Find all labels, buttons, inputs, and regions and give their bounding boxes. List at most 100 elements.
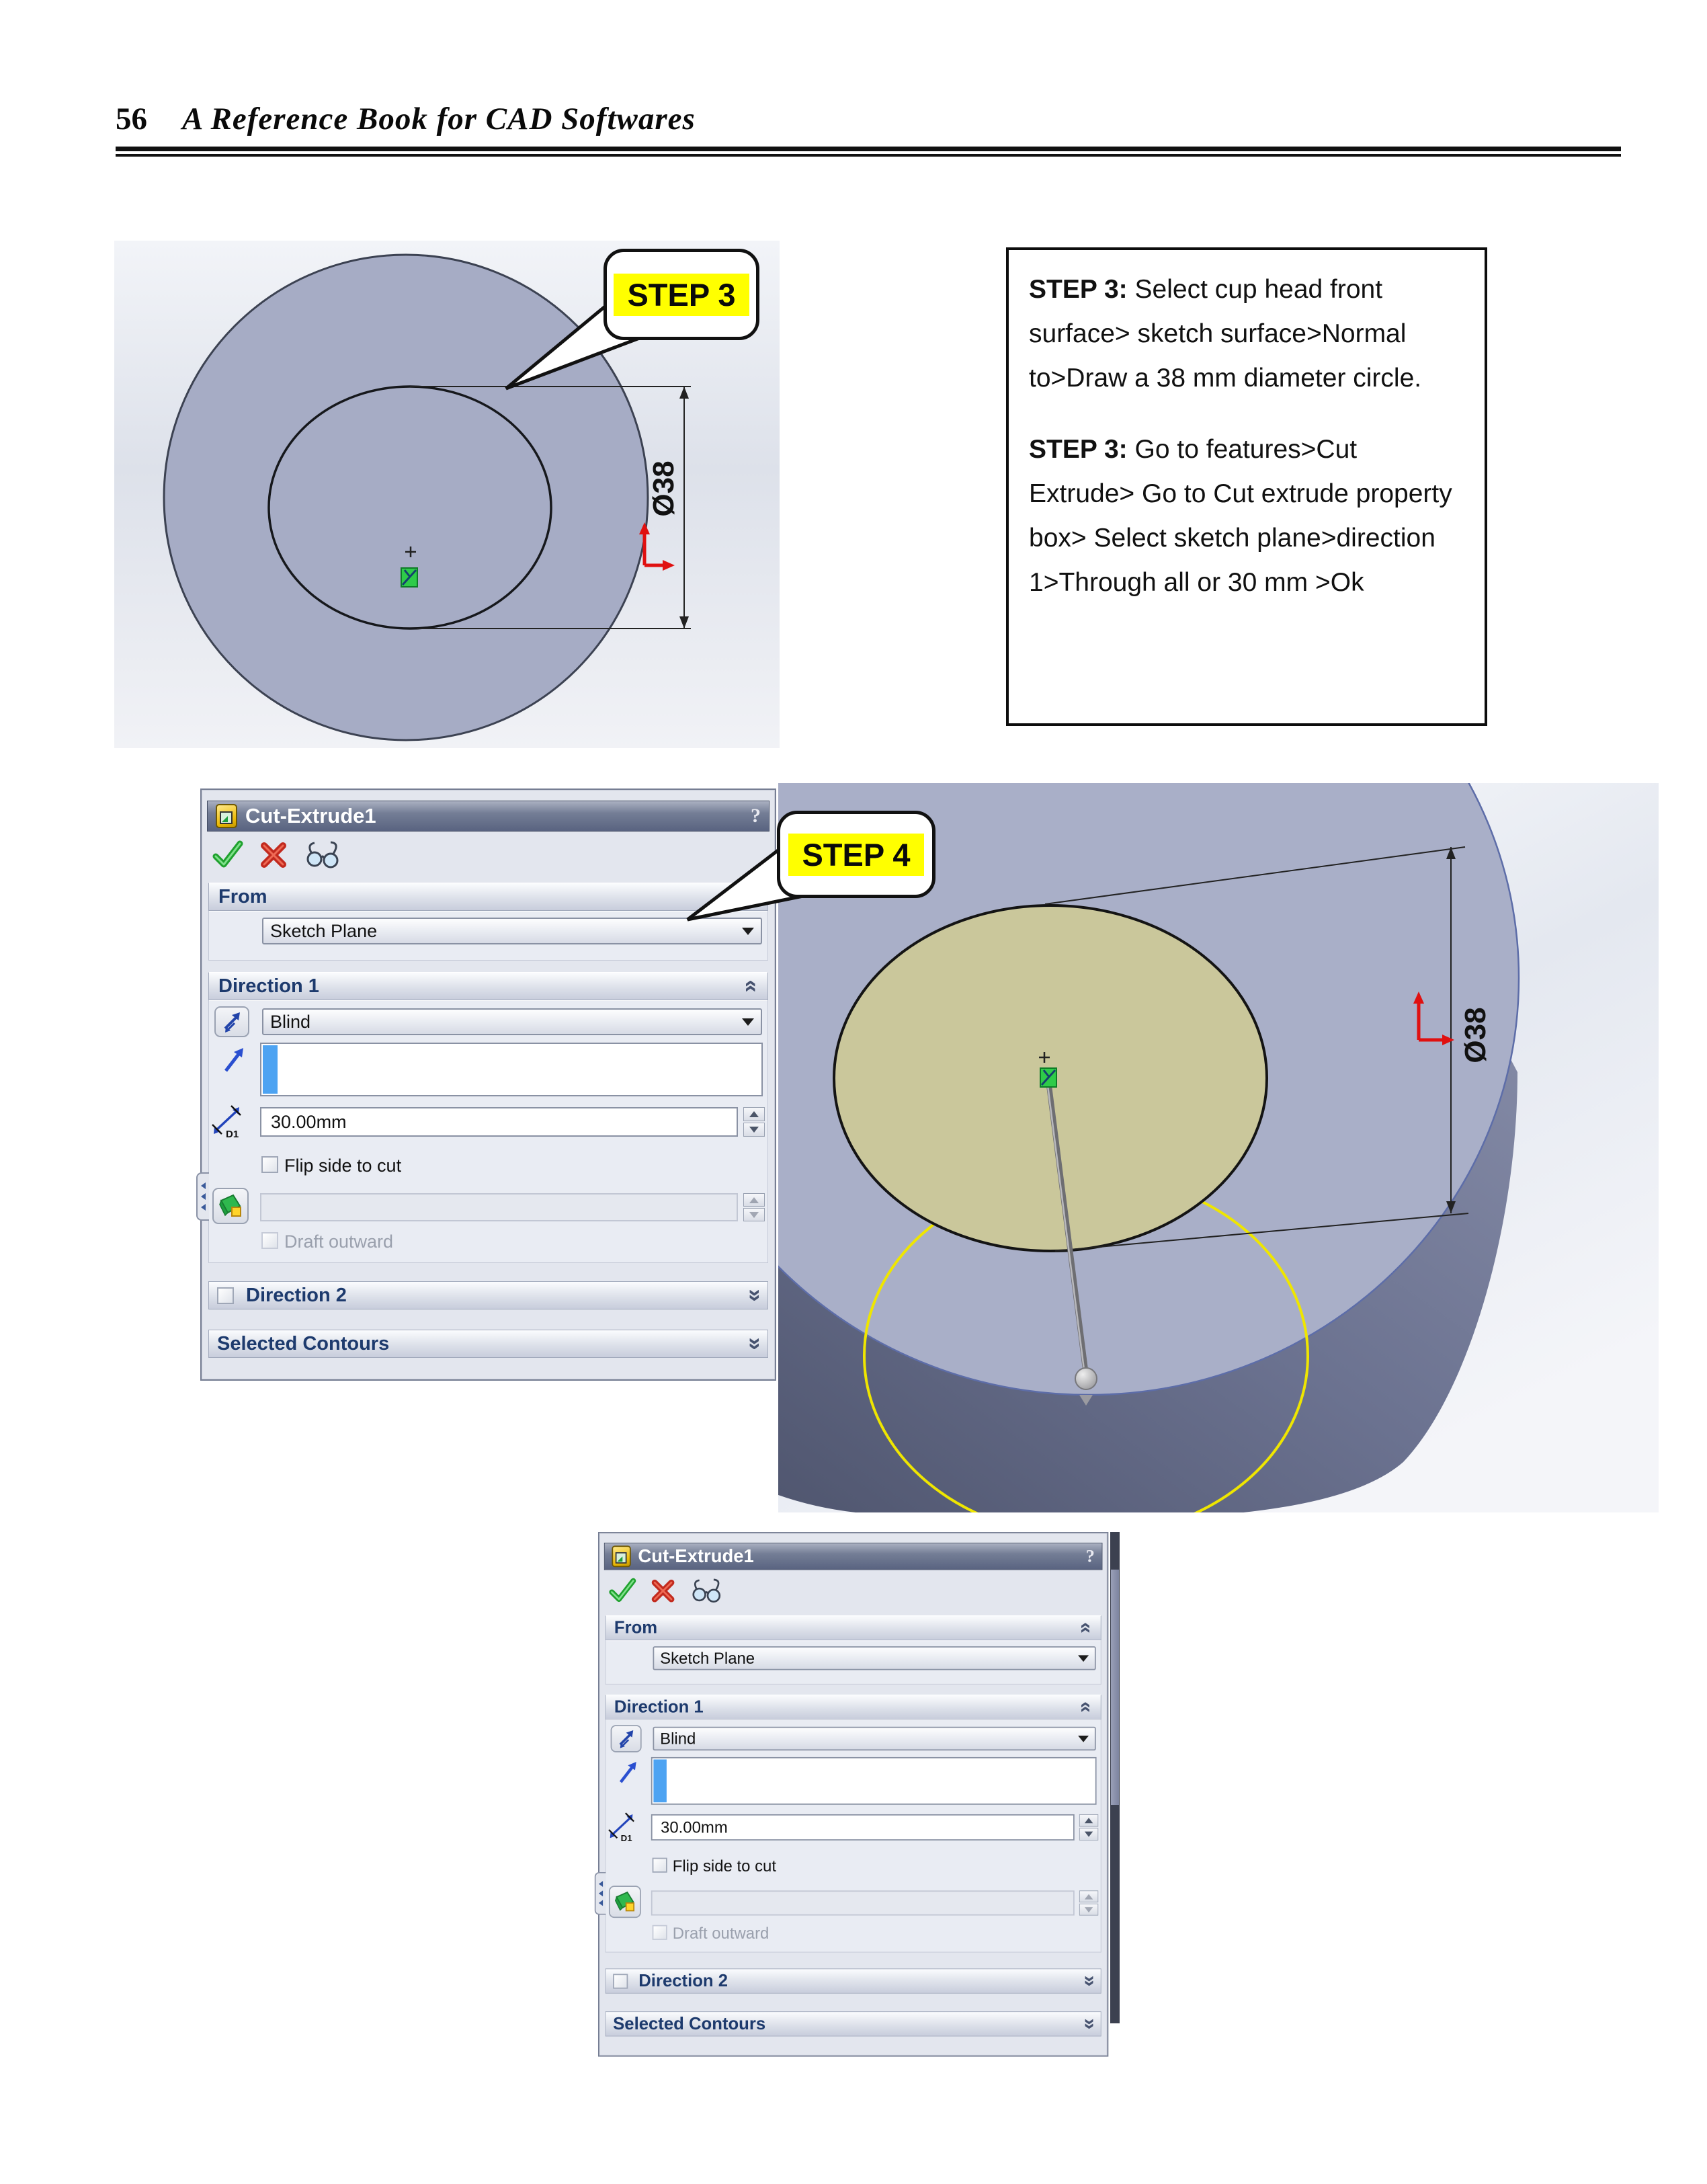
expand-chevron-icon[interactable]: « [1078,1976,1098,1987]
from-dropdown[interactable]: Sketch Plane [262,918,762,944]
group-label: Selected Contours [613,2014,1071,2033]
depth-value: 30.00mm [271,1112,347,1133]
spinner-up-icon [743,1193,765,1207]
step3-callout-label: STEP 3 [614,274,749,316]
spinner-up-icon[interactable] [1079,1814,1098,1827]
direction-reference-listbox[interactable] [260,1043,763,1096]
depth-value: 30.00mm [661,1818,728,1836]
depth-field[interactable]: 30.00mm [260,1107,738,1137]
draft-button[interactable] [212,1188,249,1224]
direction2-checkbox[interactable] [613,1974,628,1988]
reverse-direction-button[interactable] [214,1006,249,1037]
direction-reference-listbox[interactable] [651,1757,1097,1805]
group-header-selected-contours[interactable]: Selected Contours « [208,1330,768,1358]
spinner-down-icon[interactable] [743,1123,765,1137]
dropdown-arrow-icon [1078,1736,1089,1742]
ok-check-icon[interactable] [609,1576,636,1604]
end-condition-value: Blind [660,1730,1078,1748]
cancel-x-icon[interactable] [651,1576,675,1604]
step3-callout: STEP 3 [603,249,759,340]
spinner-down-icon [1079,1904,1098,1916]
from-dropdown-value: Sketch Plane [270,921,742,942]
end-condition-dropdown[interactable]: Blind [262,1008,762,1035]
group-label: Direction 2 [246,1285,735,1307]
depth-spinner[interactable] [743,1107,765,1137]
ok-check-icon[interactable] [212,839,243,870]
expand-chevron-icon[interactable]: « [742,1338,765,1350]
group-header-from[interactable]: From « [208,883,768,911]
panel-flyout-tab[interactable] [595,1872,606,1915]
help-icon[interactable]: ? [751,805,761,827]
draft-spinner [1079,1890,1098,1915]
group-header-direction2[interactable]: Direction 2 « [606,1968,1101,1993]
draft-icon [613,1890,636,1913]
spinner-up-icon[interactable] [743,1107,765,1121]
help-icon[interactable]: ? [1086,1546,1095,1566]
svg-text:D1: D1 [226,1129,239,1138]
step4-callout-label: STEP 4 [788,834,923,876]
diameter-dimension-label[interactable]: Ø38 [647,460,680,516]
spinner-up-icon [1079,1890,1098,1902]
collapse-chevron-icon[interactable]: « [1077,1622,1097,1633]
depth-field[interactable]: 30.00mm [651,1814,1075,1841]
draft-spinner [743,1193,765,1221]
group-header-direction1[interactable]: Direction 1 « [606,1695,1101,1720]
collapse-chevron-icon[interactable]: « [1077,1701,1097,1713]
group-label: From [218,886,745,908]
book-page: 56 A Reference Book for CAD Softwares Ø3… [0,0,1707,2184]
reverse-direction-button[interactable] [611,1725,642,1752]
spinner-down-icon [743,1208,765,1221]
collapse-chevron-icon[interactable]: « [741,891,763,903]
reverse-direction-icon [616,1728,637,1749]
direction-arrow-icon [617,1761,638,1785]
flip-side-checkbox[interactable] [261,1156,278,1173]
preview-glasses-icon[interactable] [304,839,344,870]
drag-handle-ball[interactable] [1075,1368,1097,1389]
panel-titlebar[interactable]: Cut-Extrude1 ? [207,801,769,832]
header-rule-thin [116,154,1621,157]
end-condition-value: Blind [270,1012,742,1033]
collapse-chevron-icon[interactable]: « [741,980,763,993]
draft-angle-field [651,1890,1075,1915]
depth-d1-icon: D1 [608,1812,638,1841]
from-dropdown[interactable]: Sketch Plane [653,1646,1096,1670]
depth-d1-icon: D1 [211,1104,246,1138]
preview-glasses-icon[interactable] [690,1576,725,1604]
diameter-dimension-label[interactable]: Ø38 [1459,1007,1492,1063]
scrollbar-thumb[interactable] [1111,1570,1119,1805]
panel-flyout-tab[interactable] [196,1172,209,1221]
direction2-checkbox[interactable] [217,1287,234,1304]
svg-text:D1: D1 [621,1833,633,1842]
cup-head-front-face[interactable] [164,255,648,740]
header-rule-thick [116,147,1621,151]
step-label: STEP 3: [1029,275,1128,304]
group-header-direction2[interactable]: Direction 2 « [208,1281,768,1309]
group-header-direction1[interactable]: Direction 1 « [208,972,768,1000]
dropdown-arrow-icon [742,928,754,935]
listbox-cursor [263,1045,278,1094]
spinner-down-icon[interactable] [1079,1828,1098,1841]
listbox-cursor [653,1759,666,1802]
draft-outward-label: Draft outward [284,1231,393,1252]
direction-arrow-icon [222,1047,246,1075]
step-label: STEP 3: [1029,435,1128,464]
group-header-from[interactable]: From « [606,1615,1101,1640]
draft-angle-field [260,1193,738,1221]
cut-extrude-panel-2: Cut-Extrude1 ? [598,1532,1108,2057]
group-label: Direction 1 [218,975,745,998]
panel-titlebar[interactable]: Cut-Extrude1 ? [604,1543,1103,1570]
instruction-box: STEP 3: Select cup head front surface> s… [1006,247,1487,726]
end-condition-dropdown[interactable]: Blind [653,1727,1096,1750]
group-header-selected-contours[interactable]: Selected Contours « [606,2011,1101,2036]
panel-title: Cut-Extrude1 [638,1545,1085,1567]
depth-spinner[interactable] [1079,1814,1098,1841]
expand-chevron-icon[interactable]: « [742,1289,765,1302]
cancel-x-icon[interactable] [259,839,288,870]
expand-chevron-icon[interactable]: « [1078,2018,1098,2029]
reverse-direction-icon [220,1010,244,1034]
draft-button[interactable] [609,1886,641,1918]
draft-outward-label: Draft outward [673,1925,769,1943]
group-label: Direction 2 [638,1971,1071,1990]
flip-side-checkbox[interactable] [653,1858,667,1873]
page-header: 56 A Reference Book for CAD Softwares [116,101,1621,157]
